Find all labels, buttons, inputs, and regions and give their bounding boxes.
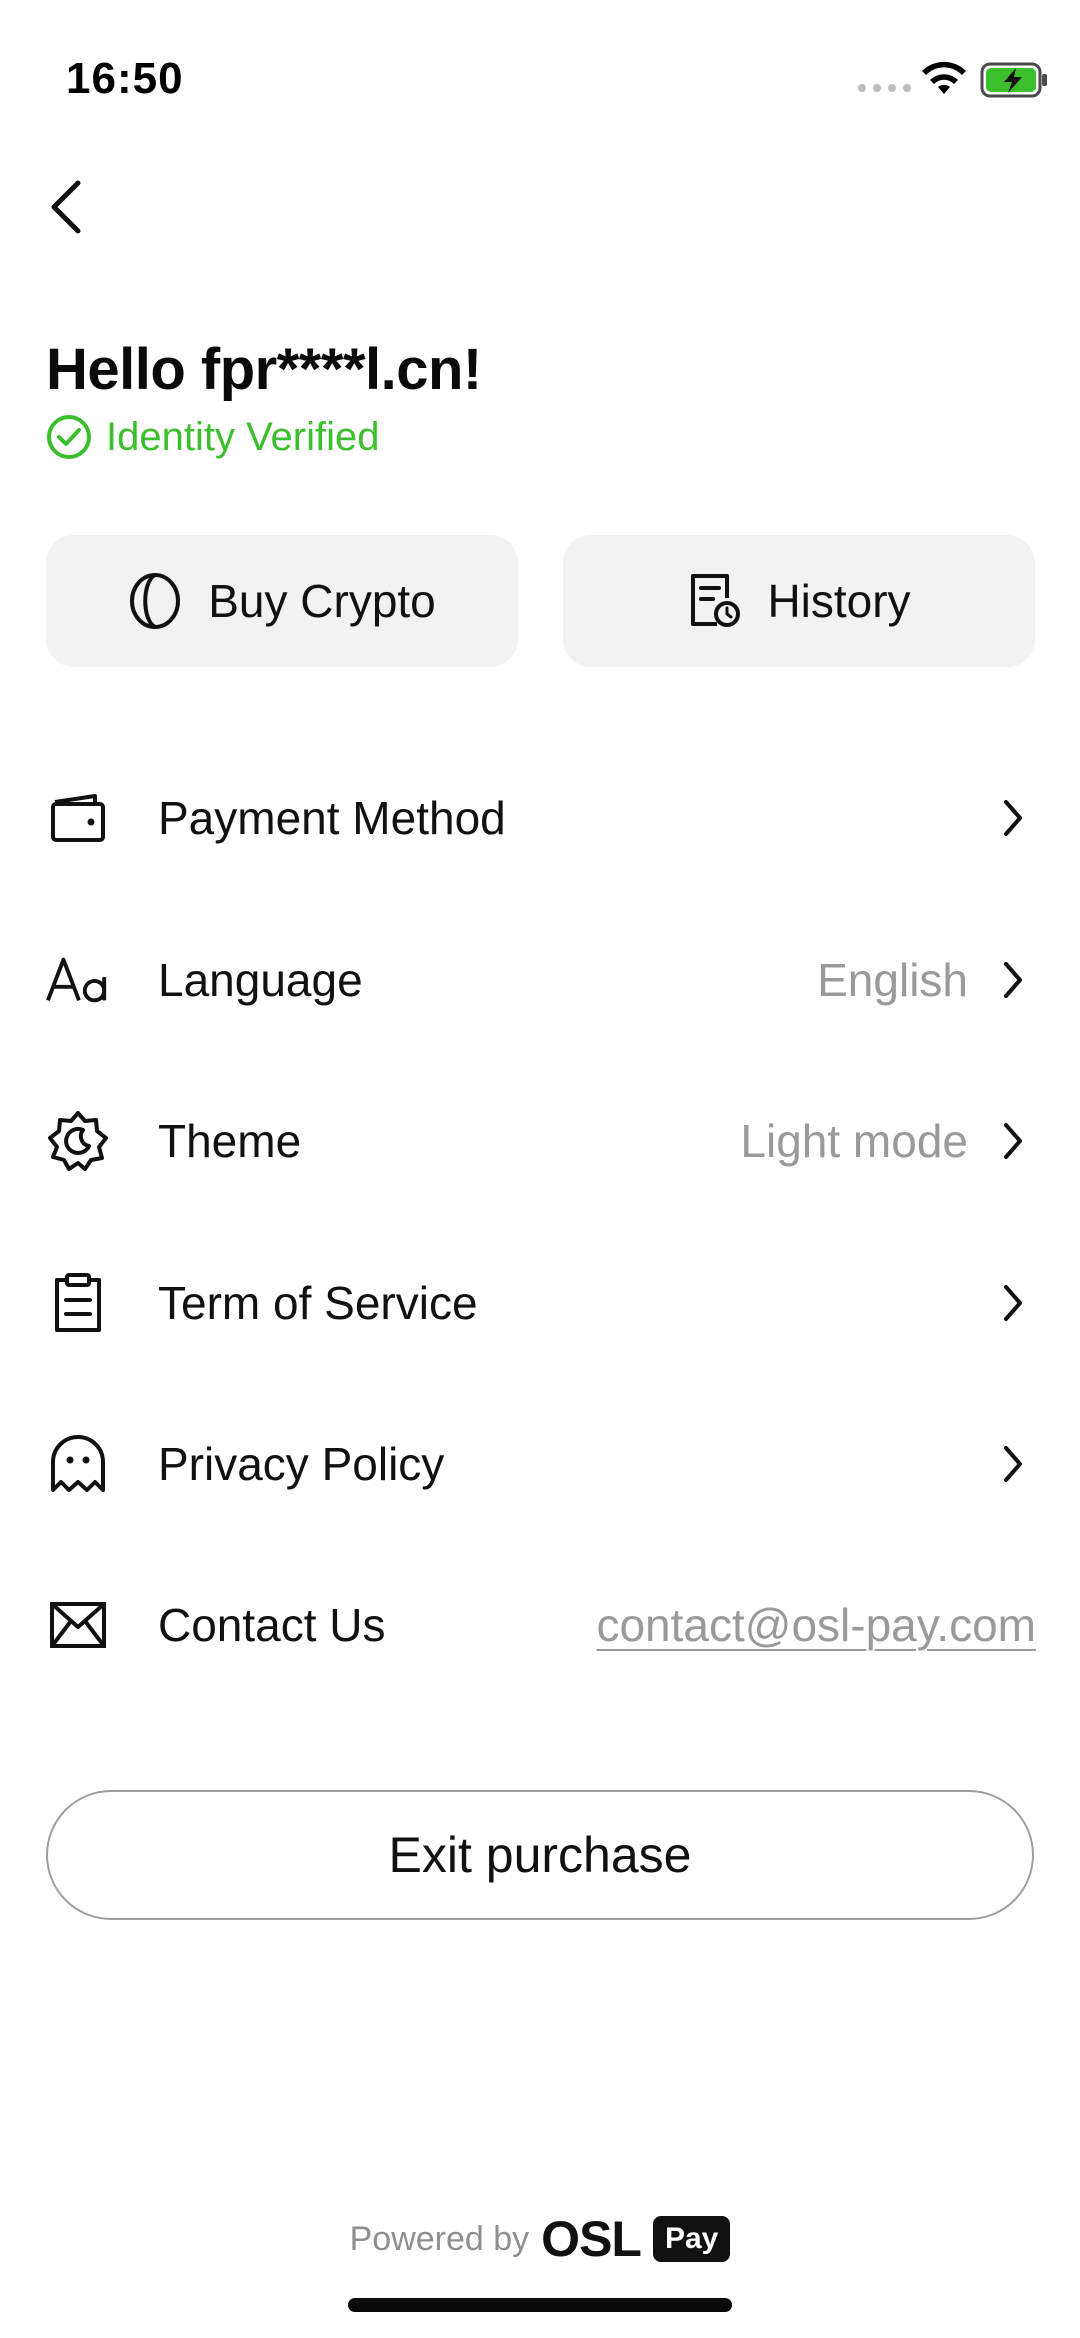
menu-item-label: Contact Us bbox=[158, 1599, 386, 1651]
history-icon bbox=[691, 574, 741, 627]
wallet-icon bbox=[46, 786, 110, 850]
powered-by-label: Powered by bbox=[349, 2219, 530, 2258]
chevron-left-icon bbox=[51, 180, 81, 234]
theme-value: Light mode bbox=[740, 1115, 968, 1167]
menu-item-label: Payment Method bbox=[158, 792, 506, 844]
chevron-right-icon bbox=[998, 1279, 1028, 1327]
menu-item-label: Theme bbox=[158, 1115, 302, 1167]
home-indicator bbox=[348, 2298, 732, 2312]
font-icon bbox=[46, 948, 110, 1012]
identity-verified-label: Identity Verified bbox=[106, 414, 380, 459]
mail-icon bbox=[46, 1593, 110, 1657]
menu-item-theme[interactable]: Theme Light mode bbox=[46, 1081, 1036, 1201]
history-label: History bbox=[767, 575, 911, 627]
wifi-icon bbox=[922, 61, 966, 94]
contact-email-link[interactable]: contact@osl-pay.com bbox=[596, 1598, 1036, 1652]
battery-charging-icon bbox=[980, 62, 1047, 98]
pay-badge: Pay bbox=[652, 2216, 731, 2262]
powered-by-footer: Powered by OSL Pay bbox=[0, 2210, 1080, 2268]
exit-purchase-label: Exit purchase bbox=[388, 1827, 692, 1883]
history-button[interactable]: History bbox=[563, 535, 1035, 667]
greeting-title: Hello fpr****l.cn! bbox=[46, 337, 482, 402]
status-time: 16:50 bbox=[66, 54, 184, 103]
chevron-right-icon bbox=[998, 1440, 1028, 1488]
buy-crypto-label: Buy Crypto bbox=[208, 575, 436, 627]
chevron-right-icon bbox=[998, 956, 1028, 1004]
identity-verified-badge: Identity Verified bbox=[46, 414, 380, 460]
coin-icon bbox=[130, 573, 181, 629]
cellular-signal-icon bbox=[858, 84, 911, 92]
menu-item-payment-method[interactable]: Payment Method bbox=[46, 758, 1036, 878]
osl-logo: OSL bbox=[541, 2211, 642, 2267]
chevron-right-icon bbox=[998, 794, 1028, 842]
chevron-right-icon bbox=[998, 1117, 1028, 1165]
status-bar: 16:50 bbox=[0, 0, 1080, 150]
menu-item-privacy-policy[interactable]: Privacy Policy bbox=[46, 1404, 1036, 1524]
menu-item-label: Privacy Policy bbox=[158, 1438, 445, 1490]
clipboard-icon bbox=[46, 1271, 110, 1335]
ghost-icon bbox=[46, 1432, 110, 1496]
back-button[interactable] bbox=[36, 168, 96, 246]
menu-item-contact-us: Contact Us contact@osl-pay.com bbox=[46, 1565, 1036, 1685]
language-value: English bbox=[817, 954, 968, 1006]
menu-item-language[interactable]: Language English bbox=[46, 920, 1036, 1040]
menu-item-label: Language bbox=[158, 954, 363, 1006]
menu-item-label: Term of Service bbox=[158, 1277, 478, 1329]
menu-item-term-of-service[interactable]: Term of Service bbox=[46, 1243, 1036, 1363]
exit-purchase-button[interactable]: Exit purchase bbox=[46, 1790, 1034, 1920]
buy-crypto-button[interactable]: Buy Crypto bbox=[46, 535, 518, 667]
theme-icon bbox=[46, 1109, 110, 1173]
check-circle-icon bbox=[47, 415, 91, 459]
